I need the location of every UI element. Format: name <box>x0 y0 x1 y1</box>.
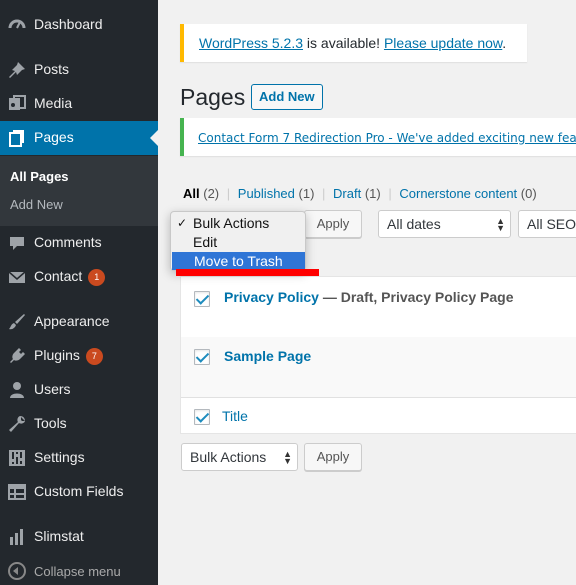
menu-appearance[interactable]: Appearance <box>0 305 158 339</box>
row-post-state: — Draft, Privacy Policy Page <box>318 289 514 305</box>
checkmark-icon: ✓ <box>177 216 188 230</box>
title-column-header[interactable]: Title <box>222 408 248 424</box>
top-apply-button[interactable]: Apply <box>304 210 362 238</box>
menu-pages[interactable]: Pages <box>0 121 158 155</box>
please-update-link[interactable]: Please update now <box>384 35 502 51</box>
table-footer-row: Title <box>181 397 576 435</box>
menu-comments[interactable]: Comments <box>0 226 158 260</box>
collapse-arrow-icon <box>8 562 26 580</box>
select-arrows-icon: ▲ ▼ <box>496 216 505 233</box>
filter-published[interactable]: Published <box>238 186 295 201</box>
bulk-actions-dropdown: ✓ Bulk Actions Edit Move to Trash <box>170 211 306 271</box>
dropdown-option-label: Bulk Actions <box>193 215 270 231</box>
admin-sidebar: Dashboard Posts Media Pages All Pages Ad… <box>0 0 158 585</box>
menu-dashboard[interactable]: Dashboard <box>0 8 158 42</box>
filter-separator: | <box>388 186 392 201</box>
menu-users[interactable]: Users <box>0 373 158 407</box>
table-row: Sample Page <box>181 337 576 397</box>
date-filter-value: All dates <box>387 216 441 232</box>
mail-icon <box>8 268 26 286</box>
dashboard-icon <box>8 16 26 34</box>
menu-contact-label: Contact <box>34 268 83 284</box>
menu-contact[interactable]: Contact 1 <box>0 260 158 294</box>
filter-all-count: (2) <box>203 186 220 201</box>
collapse-menu[interactable]: Collapse menu <box>0 556 158 585</box>
dropdown-option-edit[interactable]: Edit <box>171 233 305 251</box>
menu-settings[interactable]: Settings <box>0 441 158 475</box>
status-filters: All (2) | Published (1) | Draft (1) | Co… <box>183 186 537 201</box>
plugin-notice-link[interactable]: Contact Form 7 Redirection Pro - We've a… <box>198 131 576 145</box>
bottom-bulk-actions-select[interactable]: Bulk Actions ▲ ▼ <box>181 443 298 471</box>
submenu-add-new[interactable]: Add New <box>10 197 63 212</box>
menu-plugins[interactable]: Plugins 7 <box>0 339 158 373</box>
filter-draft-count: (1) <box>364 186 381 201</box>
pages-table: Privacy Policy — Draft, Privacy Policy P… <box>180 276 576 434</box>
pin-icon <box>8 61 26 79</box>
filter-cornerstone-count: (0) <box>520 186 537 201</box>
page-title: Pages <box>180 84 246 110</box>
seo-filter-value: All SEO <box>527 216 576 232</box>
select-all-checkbox[interactable] <box>194 409 210 425</box>
bottom-apply-button[interactable]: Apply <box>304 443 362 471</box>
dropdown-option-bulk-actions[interactable]: ✓ Bulk Actions <box>171 214 305 232</box>
submenu-all-pages[interactable]: All Pages <box>10 169 69 184</box>
annotation-underline <box>176 269 319 276</box>
comment-icon <box>8 234 26 252</box>
filter-all[interactable]: All <box>183 186 200 201</box>
wordpress-version-link[interactable]: WordPress 5.2.3 <box>199 35 303 51</box>
pages-icon <box>8 129 26 147</box>
row-checkbox[interactable] <box>194 291 210 307</box>
filter-published-count: (1) <box>298 186 315 201</box>
pages-submenu: All Pages Add New <box>0 156 158 226</box>
sliders-icon <box>8 449 26 467</box>
filter-cornerstone[interactable]: Cornerstone content <box>399 186 517 201</box>
contact-count-badge: 1 <box>88 269 106 286</box>
wrench-icon <box>8 415 26 433</box>
row-title-link[interactable]: Privacy Policy <box>224 289 319 305</box>
update-notice: WordPress 5.2.3 is available! Please upd… <box>180 24 527 62</box>
table-icon <box>8 483 26 501</box>
row-title-link[interactable]: Sample Page <box>224 348 311 364</box>
plug-icon <box>8 347 26 365</box>
date-filter-select[interactable]: All dates ▲ ▼ <box>378 210 511 238</box>
chart-icon <box>8 528 26 546</box>
dropdown-option-move-to-trash[interactable]: Move to Trash <box>172 252 305 270</box>
plugins-update-badge: 7 <box>85 348 103 365</box>
table-row: Privacy Policy — Draft, Privacy Policy P… <box>181 277 576 337</box>
user-icon <box>8 381 26 399</box>
bottom-bulk-actions-value: Bulk Actions <box>190 449 267 465</box>
menu-plugins-label: Plugins <box>34 347 80 363</box>
dropdown-option-label: Move to Trash <box>194 253 283 269</box>
plugin-notice: Contact Form 7 Redirection Pro - We've a… <box>180 118 576 156</box>
menu-custom-fields[interactable]: Custom Fields <box>0 475 158 509</box>
media-icon <box>8 95 26 113</box>
filter-separator: | <box>226 186 231 201</box>
menu-slimstat[interactable]: Slimstat <box>0 520 158 554</box>
row-checkbox[interactable] <box>194 349 210 365</box>
seo-filter-select[interactable]: All SEO <box>518 210 576 238</box>
menu-tools[interactable]: Tools <box>0 407 158 441</box>
select-arrows-icon: ▲ ▼ <box>283 449 292 466</box>
brush-icon <box>8 313 26 331</box>
filter-separator: | <box>322 186 326 201</box>
update-notice-period: . <box>502 35 507 51</box>
update-notice-text: is available! <box>303 35 384 51</box>
menu-posts[interactable]: Posts <box>0 53 158 87</box>
filter-draft[interactable]: Draft <box>333 186 361 201</box>
dropdown-option-label: Edit <box>193 234 218 250</box>
menu-media[interactable]: Media <box>0 87 158 121</box>
add-new-button[interactable]: Add New <box>251 84 323 110</box>
